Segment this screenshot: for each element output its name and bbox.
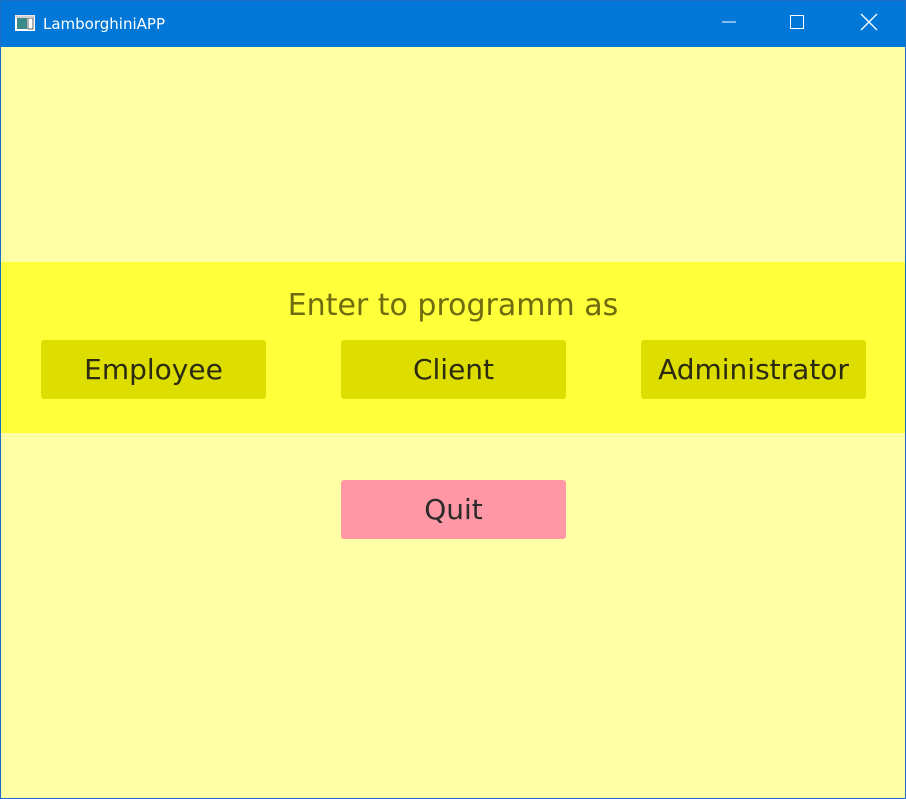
- role-selection-panel: Enter to programm as Employee Client Adm…: [1, 262, 905, 433]
- app-window-icon: [15, 15, 35, 31]
- client-button[interactable]: Client: [341, 340, 566, 399]
- minimize-icon: [721, 14, 737, 34]
- quit-button[interactable]: Quit: [341, 480, 566, 539]
- close-button[interactable]: [835, 1, 903, 47]
- employee-button[interactable]: Employee: [41, 340, 266, 399]
- maximize-icon: [789, 14, 805, 34]
- main-content: Enter to programm as Employee Client Adm…: [1, 47, 905, 798]
- minimize-button[interactable]: [695, 1, 763, 47]
- app-window: LamborghiniAPP Enter to programm as Empl…: [0, 0, 906, 799]
- window-title: LamborghiniAPP: [43, 15, 165, 33]
- close-icon: [860, 13, 878, 35]
- role-prompt: Enter to programm as: [287, 288, 619, 323]
- title-bar[interactable]: LamborghiniAPP: [1, 1, 905, 47]
- administrator-button[interactable]: Administrator: [641, 340, 866, 399]
- maximize-button[interactable]: [763, 1, 831, 47]
